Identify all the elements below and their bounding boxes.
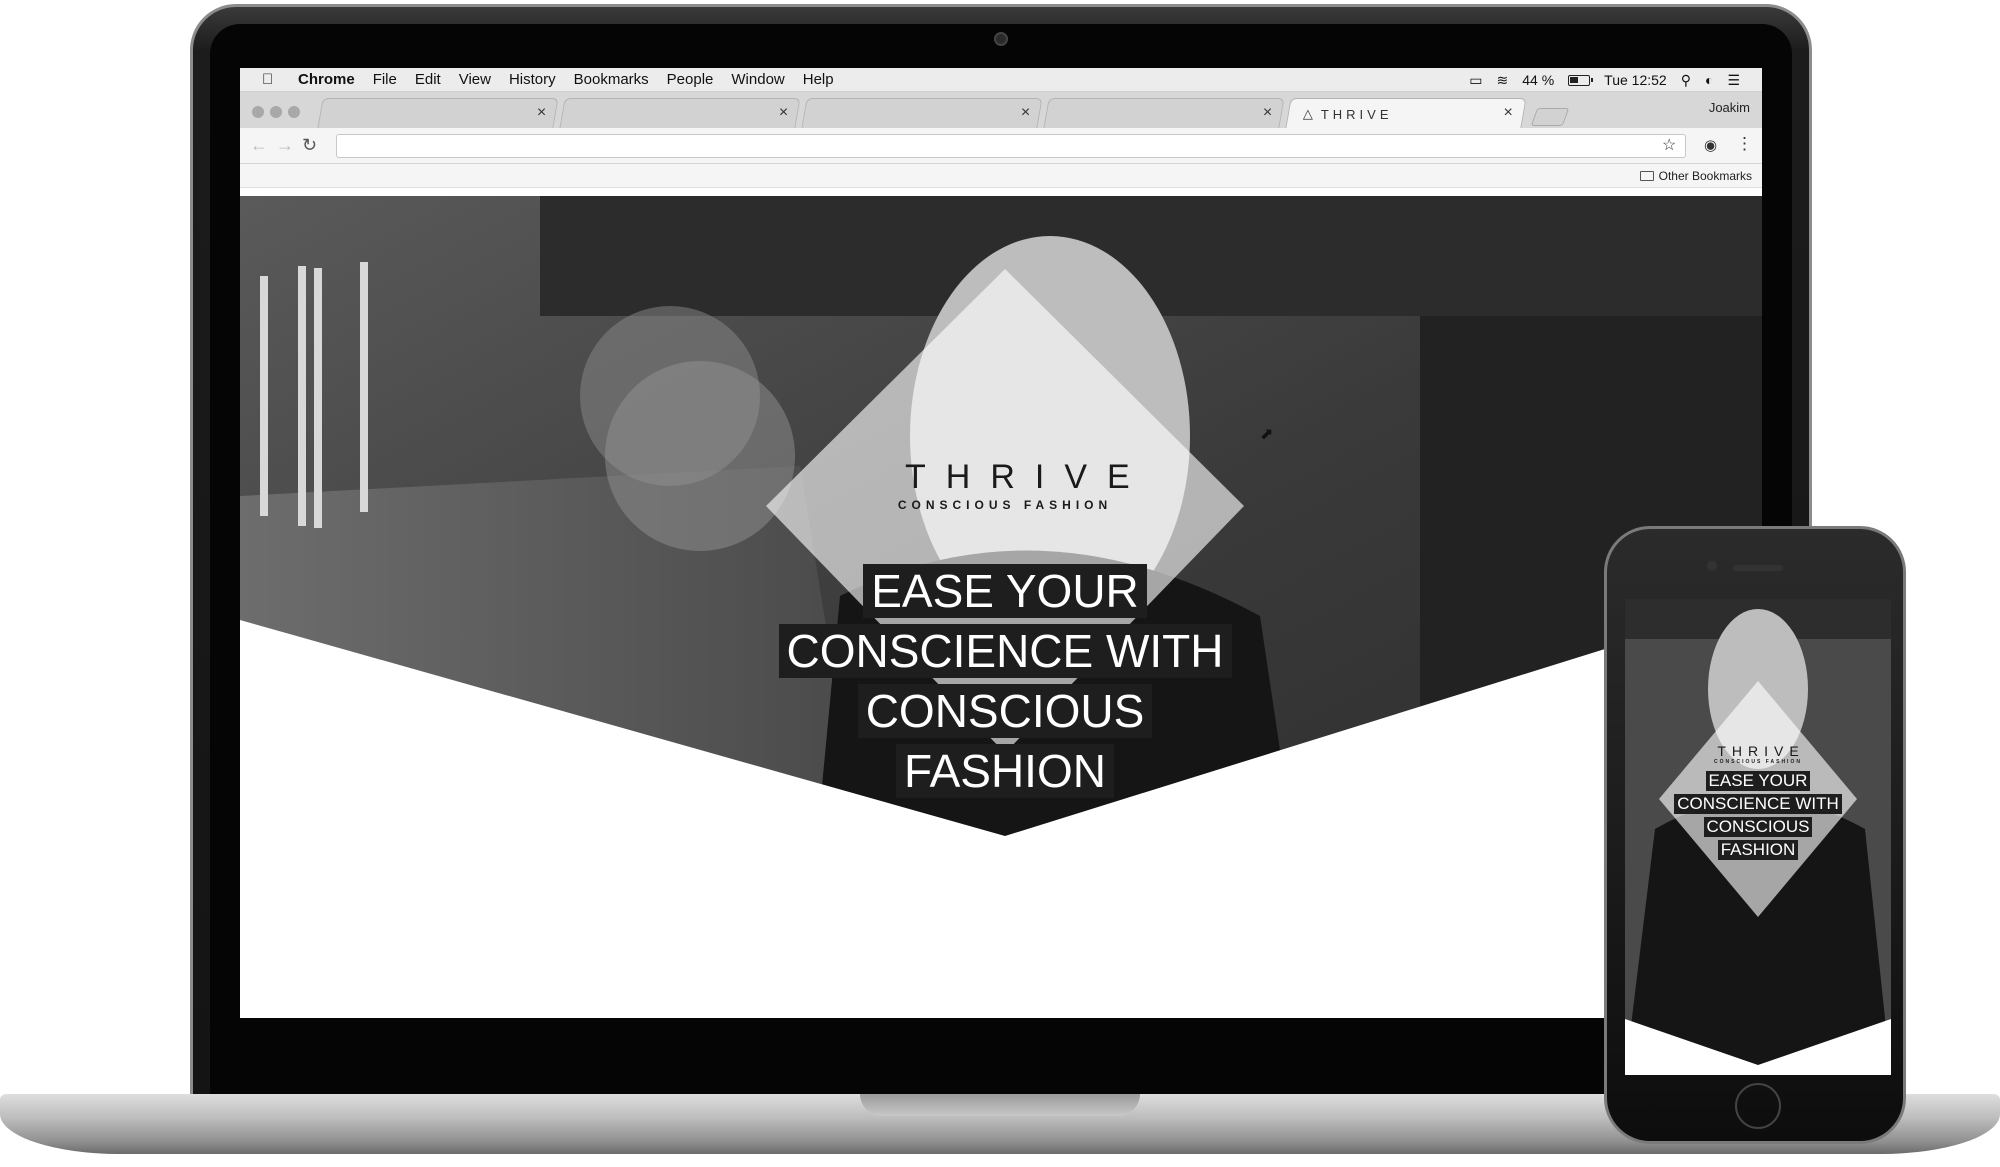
hero-section: THRIVE CONSCIOUS FASHION EASE YOUR CONSC… <box>240 196 1762 1018</box>
headline-line: EASE YOUR <box>863 564 1147 618</box>
phone-device: THRIVE CONSCIOUS FASHION EASE YOUR CONSC… <box>1604 526 1906 1144</box>
mac-menubar:  Chrome File Edit View History Bookmark… <box>240 68 1762 92</box>
tab-close-icon[interactable]: × <box>1021 104 1030 122</box>
thrive-logo[interactable]: THRIVE <box>885 458 1130 497</box>
browser-tab-1[interactable]: × <box>317 98 559 128</box>
apple-icon[interactable]:  <box>262 71 282 88</box>
headline-line: EASE YOUR <box>1705 771 1811 791</box>
other-bookmarks-button[interactable]: Other Bookmarks <box>1639 169 1752 183</box>
notification-center-icon[interactable]: ☰ <box>1727 72 1740 89</box>
siri-icon[interactable]: ◐ <box>1705 72 1713 88</box>
menu-history[interactable]: History <box>509 71 556 88</box>
headline-line: FASHION <box>1717 840 1799 860</box>
browser-tab-active[interactable]: △ THRIVE × <box>1285 98 1527 128</box>
window-close-button[interactable] <box>252 106 264 118</box>
laptop-notch <box>860 1094 1140 1116</box>
tab-close-icon[interactable]: × <box>1263 104 1272 122</box>
tab-title: THRIVE <box>1320 106 1393 122</box>
bookmarks-bar: Other Bookmarks <box>240 164 1762 188</box>
headline-line: CONSCIENCE WITH <box>1674 794 1842 814</box>
phone-speaker <box>1733 565 1783 571</box>
browser-tab-2[interactable]: × <box>559 98 801 128</box>
forward-arrow-icon[interactable]: → <box>276 135 294 156</box>
thrive-logo-tagline: CONSCIOUS FASHION <box>1714 759 1802 765</box>
menu-people[interactable]: People <box>667 71 714 88</box>
tab-close-icon[interactable]: × <box>537 104 546 122</box>
reload-icon[interactable]: ↻ <box>302 135 317 156</box>
menu-edit[interactable]: Edit <box>415 71 441 88</box>
window-minimize-button[interactable] <box>270 106 282 118</box>
home-button[interactable] <box>1735 1083 1781 1129</box>
thrive-logo-tagline: CONSCIOUS FASHION <box>897 498 1113 512</box>
browser-tabstrip: × × × × △ THRIVE × Joakim <box>240 92 1762 128</box>
back-arrow-icon[interactable]: ← <box>250 135 268 156</box>
phone-camera-icon <box>1707 561 1717 571</box>
new-tab-button[interactable] <box>1530 108 1570 126</box>
browser-tab-4[interactable]: × <box>1043 98 1285 128</box>
headline-line: CONSCIOUS <box>1703 817 1813 837</box>
menu-app-name[interactable]: Chrome <box>298 71 355 88</box>
browser-toolbar: ← → ↻ ☆ ◉ ⋮ <box>240 128 1762 164</box>
hero-headline: EASE YOUR CONSCIENCE WITH CONSCIOUS FASH… <box>770 564 1240 804</box>
other-bookmarks-label: Other Bookmarks <box>1658 169 1752 183</box>
phone-headline: EASE YOUR CONSCIENCE WITH CONSCIOUS FASH… <box>1655 771 1861 863</box>
laptop-screen:  Chrome File Edit View History Bookmark… <box>240 68 1762 1018</box>
battery-icon[interactable] <box>1568 74 1594 86</box>
menubar-status-area: ▭ ≋ 44 % Tue 12:52 ⚲ ◐ ☰ <box>1469 68 1740 92</box>
tab-close-icon[interactable]: × <box>1503 104 1512 122</box>
window-zoom-button[interactable] <box>288 106 300 118</box>
folder-icon <box>1639 171 1654 181</box>
headline-line: CONSCIOUS <box>857 684 1153 738</box>
wifi-icon[interactable]: ≋ <box>1497 72 1509 89</box>
phone-screen: THRIVE CONSCIOUS FASHION EASE YOUR CONSC… <box>1625 599 1891 1075</box>
menubar-clock[interactable]: Tue 12:52 <box>1604 72 1667 88</box>
thrive-favicon-icon: △ <box>1302 106 1313 121</box>
headline-line: FASHION <box>896 744 1114 798</box>
menu-view[interactable]: View <box>459 71 491 88</box>
spotlight-search-icon[interactable]: ⚲ <box>1681 72 1691 89</box>
camera-icon <box>994 32 1008 46</box>
bookmark-star-icon[interactable]: ☆ <box>1662 135 1676 155</box>
menu-help[interactable]: Help <box>803 71 834 88</box>
menu-bookmarks[interactable]: Bookmarks <box>574 71 649 88</box>
headline-line: CONSCIENCE WITH <box>778 624 1232 678</box>
thrive-logo[interactable]: THRIVE <box>1708 743 1808 759</box>
airplay-icon[interactable]: ▭ <box>1469 72 1482 89</box>
battery-percent[interactable]: 44 % <box>1522 72 1554 88</box>
browser-tab-3[interactable]: × <box>801 98 1043 128</box>
address-bar[interactable] <box>336 134 1686 158</box>
profile-name[interactable]: Joakim <box>1709 100 1750 115</box>
menu-window[interactable]: Window <box>731 71 784 88</box>
mouse-cursor-icon: ⬈ <box>1260 426 1274 443</box>
chrome-menu-icon[interactable]: ⋮ <box>1736 134 1753 154</box>
tab-close-icon[interactable]: × <box>779 104 788 122</box>
extension-icon[interactable]: ◉ <box>1704 136 1717 154</box>
menu-file[interactable]: File <box>373 71 397 88</box>
